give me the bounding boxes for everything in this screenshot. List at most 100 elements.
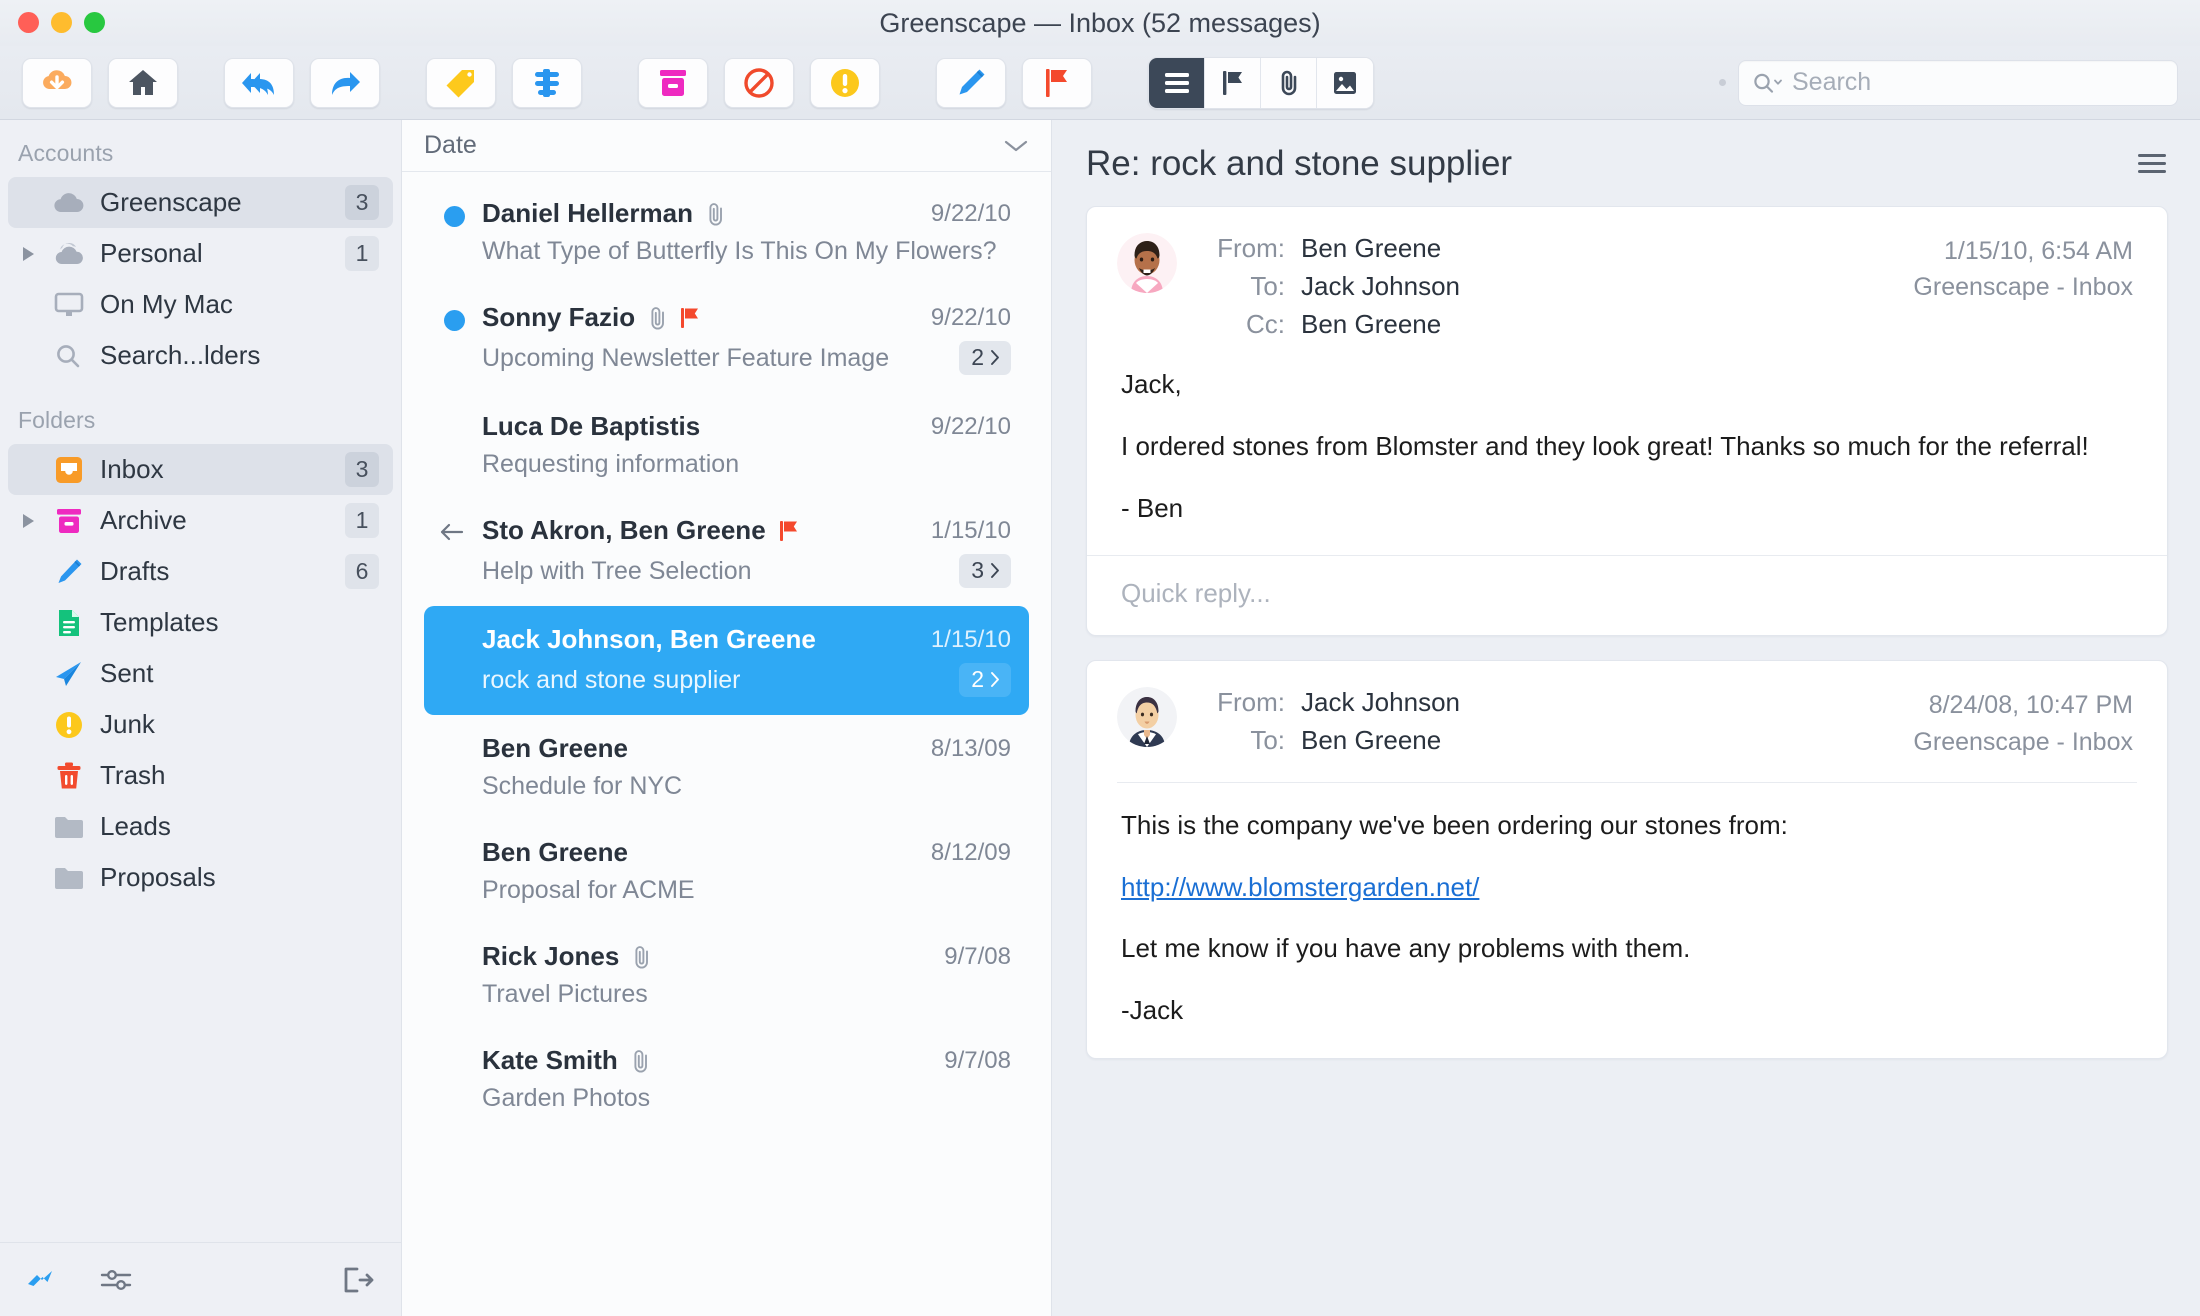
- thread-count-badge[interactable]: 2: [959, 663, 1011, 697]
- sidebar-item-on-my-mac[interactable]: On My Mac: [8, 279, 393, 330]
- search-input[interactable]: [1792, 68, 2163, 97]
- image-icon: [1332, 70, 1358, 96]
- sidebar-item-label: Sent: [100, 658, 154, 688]
- block-icon: [743, 67, 775, 99]
- paperclip-icon: [647, 306, 669, 330]
- message-sender: Daniel Hellerman: [482, 198, 693, 228]
- document-icon: [48, 608, 90, 638]
- search-magnifier-icon[interactable]: [1753, 72, 1783, 94]
- cc-row: Cc: Ben Greene: [1199, 309, 1460, 340]
- message-timestamp: 8/24/08, 10:47 PM: [1928, 691, 2133, 720]
- message-mailbox: Greenscape - Inbox: [1913, 273, 2133, 302]
- compose-button[interactable]: [936, 57, 1006, 108]
- tag-button[interactable]: [426, 57, 496, 108]
- thread-count-value: 2: [971, 666, 984, 692]
- sidebar-item-proposals[interactable]: Proposals: [8, 852, 393, 903]
- get-mail-button[interactable]: [22, 57, 92, 108]
- message-row-luca-de-baptistis[interactable]: Luca De Baptistis 9/22/10 Requesting inf…: [424, 393, 1029, 497]
- sidebar-item-personal[interactable]: Personal 1: [8, 228, 393, 279]
- junk-button[interactable]: [810, 57, 880, 108]
- hamburger-menu-icon[interactable]: [2136, 152, 2168, 176]
- home-button[interactable]: [108, 57, 178, 108]
- message-sender: Sto Akron, Ben Greene: [482, 515, 766, 545]
- from-value[interactable]: Jack Johnson: [1301, 687, 1460, 718]
- sidebar-item-templates[interactable]: Templates: [8, 597, 393, 648]
- message-sender: Luca De Baptistis: [482, 411, 701, 441]
- message-row-rick-jones[interactable]: Rick Jones 9/7/08 Travel Pictures: [424, 923, 1029, 1027]
- tag-icon: [445, 67, 477, 99]
- sidebar-item-sent[interactable]: Sent: [8, 648, 393, 699]
- filter-button[interactable]: [512, 57, 582, 108]
- folders-section-header: Folders: [18, 407, 96, 433]
- folder-icon: [48, 814, 90, 840]
- message-subject: What Type of Butterfly Is This On My Flo…: [482, 237, 997, 265]
- view-mode-segmented-control[interactable]: [1148, 56, 1374, 109]
- message-subject: Travel Pictures: [482, 980, 648, 1008]
- to-value[interactable]: Jack Johnson: [1301, 271, 1460, 302]
- chevron-right-icon: [990, 349, 1001, 366]
- message-row-jack-johnson[interactable]: Jack Johnson, Ben Greene 1/15/10 rock an…: [424, 606, 1029, 715]
- message-date: 8/13/09: [930, 734, 1011, 762]
- body-paragraph: Let me know if you have any problems wit…: [1121, 933, 1691, 964]
- block-button[interactable]: [724, 57, 794, 108]
- message-row-ben-greene-nyc[interactable]: Ben Greene 8/13/09 Schedule for NYC: [424, 715, 1029, 819]
- forward-button[interactable]: [310, 57, 380, 108]
- folder-icon: [48, 865, 90, 891]
- sort-by-label: Date: [424, 131, 477, 159]
- thread-count-badge[interactable]: 2: [959, 341, 1011, 375]
- view-images-button[interactable]: [1317, 57, 1373, 108]
- sidebar-item-label: Leads: [100, 811, 171, 841]
- view-list-button[interactable]: [1149, 57, 1205, 108]
- message-sender: Ben Greene: [482, 837, 628, 867]
- sliders-settings-icon[interactable]: [100, 1267, 132, 1293]
- sidebar-item-inbox[interactable]: Inbox 3: [8, 444, 393, 495]
- thread-count-badge[interactable]: 3: [959, 554, 1011, 588]
- sidebar-item-smart-folders[interactable]: Search...lders: [8, 330, 393, 381]
- sidebar-item-badge: 1: [345, 236, 379, 271]
- reply-all-button[interactable]: [224, 57, 294, 108]
- from-value[interactable]: Ben Greene: [1301, 233, 1441, 264]
- quick-reply-input[interactable]: Quick reply...: [1087, 555, 2167, 635]
- message-row-sonny-fazio[interactable]: Sonny Fazio 9/22/10 Upcoming Newsletter …: [424, 284, 1029, 393]
- sidebar-item-greenscape[interactable]: Greenscape 3: [8, 177, 393, 228]
- view-flagged-button[interactable]: [1205, 57, 1261, 108]
- message-date: 1/15/10: [930, 516, 1011, 544]
- message-row-sto-akron[interactable]: Sto Akron, Ben Greene 1/15/10 Help with …: [424, 497, 1029, 606]
- home-icon: [127, 68, 159, 98]
- flag-button[interactable]: [1022, 57, 1092, 108]
- sidebar-item-label: On My Mac: [100, 289, 233, 319]
- conversation-title: Re: rock and stone supplier: [1086, 144, 1513, 183]
- sidebar-item-leads[interactable]: Leads: [8, 801, 393, 852]
- message-subject: Requesting information: [482, 450, 740, 478]
- unread-dot: [444, 310, 465, 331]
- cc-value[interactable]: Ben Greene: [1301, 309, 1441, 340]
- twisty-icon[interactable]: [8, 246, 48, 261]
- body-link-paragraph: http://www.blomstergarden.net/: [1121, 871, 2133, 905]
- sidebar-item-drafts[interactable]: Drafts 6: [8, 546, 393, 597]
- message-row-daniel-hellerman[interactable]: Daniel Hellerman 9/22/10 What Type of Bu…: [424, 180, 1029, 284]
- to-row: To: Jack Johnson: [1199, 271, 1460, 302]
- blomster-link[interactable]: http://www.blomstergarden.net/: [1121, 872, 1479, 902]
- main-toolbar: [0, 46, 2200, 120]
- search-box[interactable]: [1738, 59, 2178, 106]
- chevron-down-icon[interactable]: [1003, 138, 1029, 154]
- sidebar-scroll: Accounts Greenscape 3 Personal 1 On My M…: [0, 120, 401, 1242]
- body-paragraph: This is the company we've been ordering …: [1121, 809, 1788, 840]
- sidebar-item-archive[interactable]: Archive 1: [8, 495, 393, 546]
- sidebar-item-label: Greenscape: [100, 187, 242, 217]
- message-row-ben-greene-acme[interactable]: Ben Greene 8/12/09 Proposal for ACME: [424, 819, 1029, 923]
- sidebar-item-junk[interactable]: Junk: [8, 699, 393, 750]
- activity-icon[interactable]: [26, 1268, 60, 1292]
- view-attachments-button[interactable]: [1261, 57, 1317, 108]
- sidebar-item-label: Search...lders: [100, 340, 261, 370]
- to-label: To:: [1250, 271, 1285, 301]
- chevron-right-icon: [990, 671, 1001, 688]
- twisty-icon[interactable]: [8, 513, 48, 528]
- message-list-pane: Date Daniel Hellerman 9/22/10 What Type …: [402, 120, 1052, 1316]
- sidebar-item-trash[interactable]: Trash: [8, 750, 393, 801]
- message-list-header[interactable]: Date: [402, 120, 1051, 172]
- message-row-kate-smith[interactable]: Kate Smith 9/7/08 Garden Photos: [424, 1027, 1029, 1131]
- logout-icon[interactable]: [341, 1266, 375, 1294]
- archive-button[interactable]: [638, 57, 708, 108]
- to-value[interactable]: Ben Greene: [1301, 725, 1441, 756]
